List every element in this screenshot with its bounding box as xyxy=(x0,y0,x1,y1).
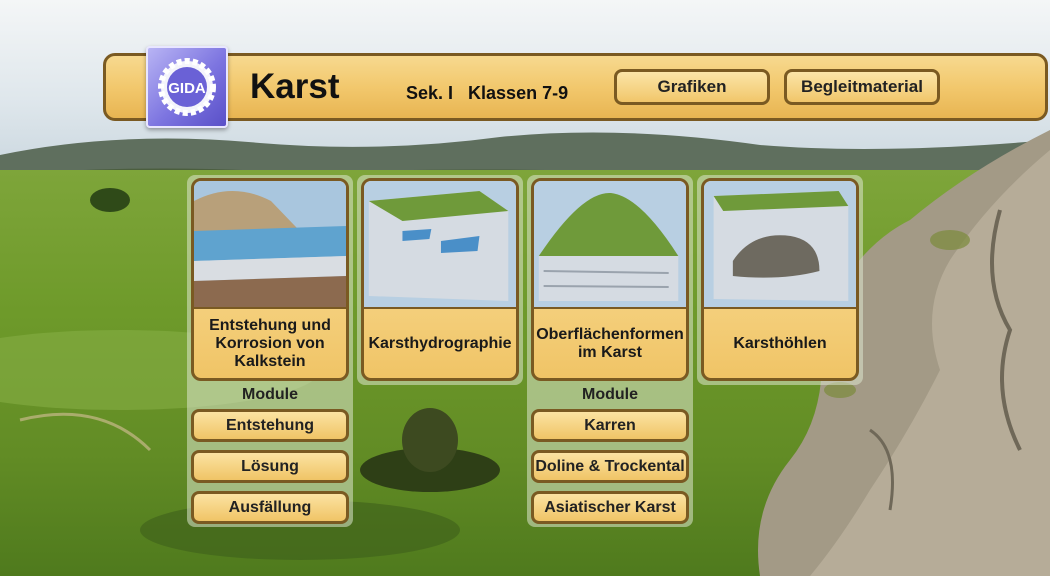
gida-logo: GIDA xyxy=(146,46,228,128)
limestone-formation-image xyxy=(194,181,346,307)
page-title: Karst xyxy=(250,67,340,106)
topic-card-kalkstein[interactable]: Entstehung und Korrosion von Kalkstein xyxy=(191,178,349,381)
topic-card-oberflaechenformen[interactable]: Oberflächenformen im Karst xyxy=(531,178,689,381)
topic-card-karsthydrographie[interactable]: Karsthydrographie xyxy=(361,178,519,381)
surface-forms-image xyxy=(534,181,686,307)
module-button-asiatischer-karst[interactable]: Asiatischer Karst xyxy=(531,491,689,524)
class-range: Klassen 7-9 xyxy=(468,83,569,103)
grafiken-button[interactable]: Grafiken xyxy=(614,69,770,105)
module-button-karren[interactable]: Karren xyxy=(531,409,689,442)
begleitmaterial-button[interactable]: Begleitmaterial xyxy=(784,69,940,105)
module-button-entstehung[interactable]: Entstehung xyxy=(191,409,349,442)
modules-heading-left: Module xyxy=(242,386,298,403)
module-button-loesung[interactable]: Lösung xyxy=(191,450,349,483)
topic-label: Entstehung und Korrosion von Kalkstein xyxy=(194,307,346,378)
module-button-doline-trockental[interactable]: Doline & Trockental xyxy=(531,450,689,483)
logo-text: GIDA xyxy=(168,80,206,97)
karst-cave-image xyxy=(704,181,856,307)
level-info: Sek. I Klassen 7-9 xyxy=(406,83,583,104)
topic-label: Karsthöhlen xyxy=(704,307,856,378)
topic-label: Karsthydrographie xyxy=(364,307,516,378)
modules-heading-right: Module xyxy=(582,386,638,403)
topic-label: Oberflächenformen im Karst xyxy=(534,307,686,378)
topic-card-karsthoehlen[interactable]: Karsthöhlen xyxy=(701,178,859,381)
school-level: Sek. I xyxy=(406,83,454,103)
module-button-ausfaellung[interactable]: Ausfällung xyxy=(191,491,349,524)
gear-icon: GIDA xyxy=(158,58,216,116)
karst-hydrography-image xyxy=(364,181,516,307)
